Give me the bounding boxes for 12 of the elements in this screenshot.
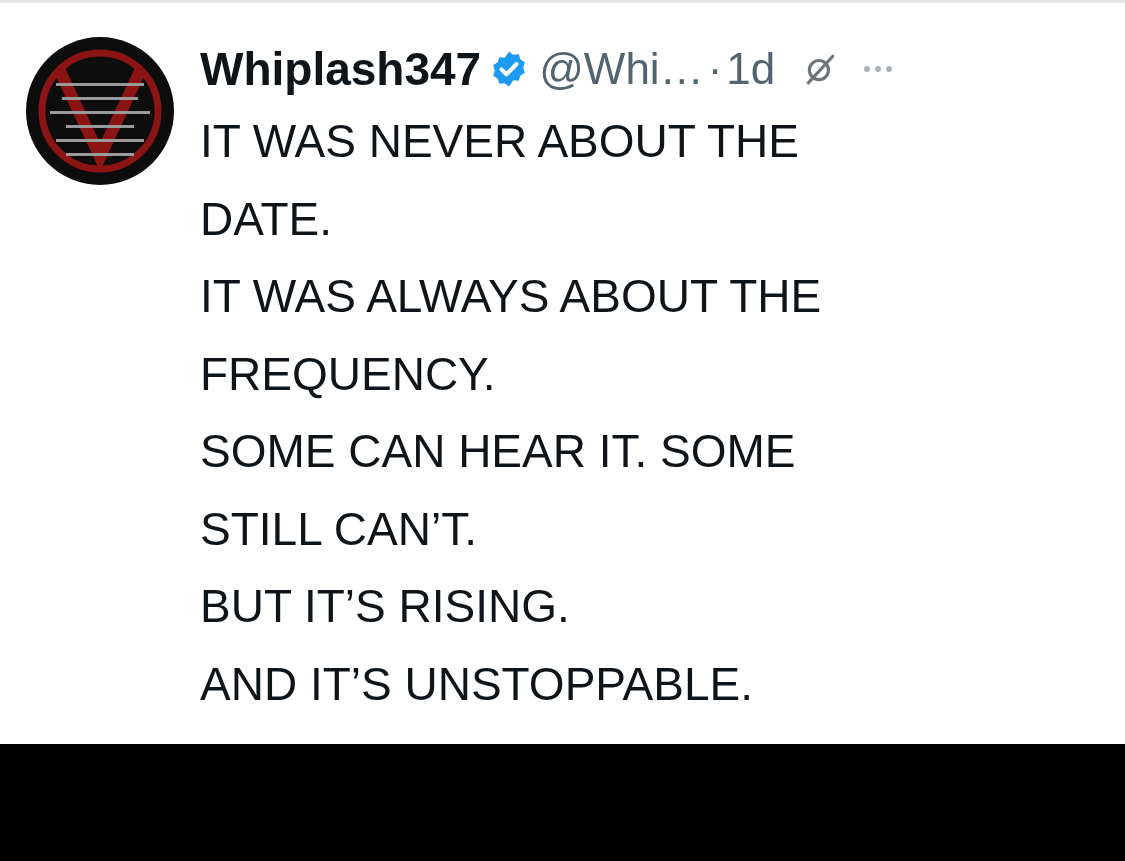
author-handle[interactable]: @Whi… <box>539 44 704 94</box>
post-text-line: IT WAS ALWAYS ABOUT THE <box>200 270 822 322</box>
author-name[interactable]: Whiplash347 <box>200 42 482 96</box>
post-text-line: FREQUENCY. <box>200 347 496 400</box>
post-text-line: AND IT’S UNSTOPPABLE. <box>200 657 753 710</box>
separator-dot: · <box>707 44 723 94</box>
post-text-line: BUT IT’S RISING. <box>200 580 570 632</box>
post-text-line: DATE. <box>200 192 333 245</box>
post-time[interactable]: 1d <box>726 44 776 94</box>
post-text-line: STILL CAN’T. <box>200 502 477 555</box>
post-text-line: IT WAS NEVER ABOUT THE <box>200 115 799 167</box>
post-text-line: SOME CAN HEAR IT. SOME <box>200 425 796 477</box>
